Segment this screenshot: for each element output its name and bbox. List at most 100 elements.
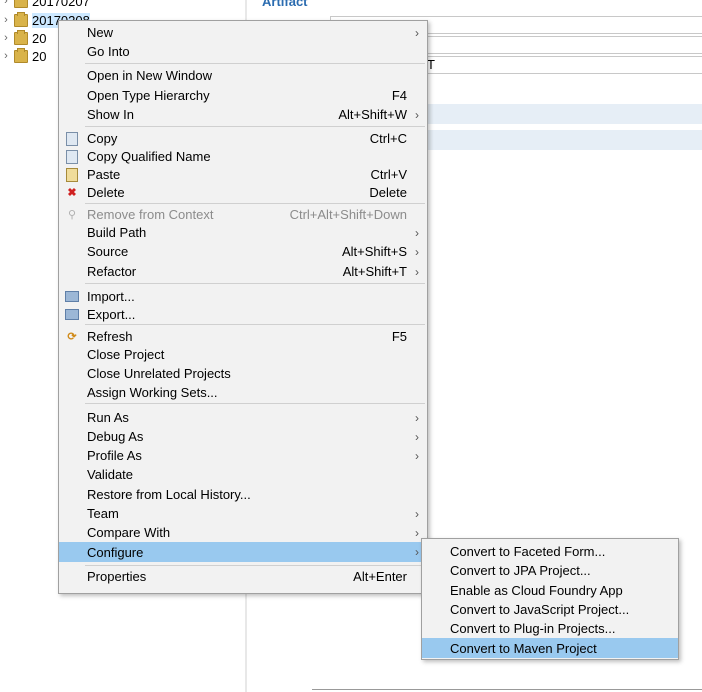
chevron-right-icon: › — [415, 506, 419, 521]
import-icon — [65, 290, 79, 304]
tree-item-label: 20170207 — [32, 0, 90, 9]
menu-item-paste[interactable]: Paste Ctrl+V — [59, 165, 427, 184]
menu-item-open-in-new-window[interactable]: Open in New Window — [59, 66, 427, 85]
section-band — [426, 104, 702, 124]
menu-item-assign-working-sets[interactable]: Assign Working Sets... — [59, 383, 427, 402]
chevron-right-icon: › — [415, 225, 419, 240]
menu-item-label: Remove from Context — [87, 207, 214, 222]
tree-item-label: 20 — [32, 48, 47, 64]
field-value: T — [427, 57, 435, 72]
menu-item-shortcut: Ctrl+C — [369, 131, 407, 146]
menu-item-compare-with[interactable]: Compare With › — [59, 523, 427, 542]
chevron-right-icon[interactable]: › — [0, 0, 12, 7]
delete-icon: ✖ — [67, 187, 77, 199]
menu-item-label: Properties — [87, 569, 147, 584]
chevron-right-icon: › — [415, 25, 419, 40]
menu-separator — [85, 403, 425, 404]
tree-item-project[interactable]: › 20170207 — [0, 0, 90, 10]
menu-item-refresh[interactable]: ⟳ Refresh F5 — [59, 327, 427, 346]
menu-item-run-as[interactable]: Run As › — [59, 408, 427, 427]
submenu-item-convert-to-plug-in-projects[interactable]: Convert to Plug-in Projects... — [422, 619, 678, 638]
menu-separator — [85, 63, 425, 64]
menu-item-label: Run As — [87, 410, 129, 425]
menu-item-label: New — [87, 25, 114, 40]
menu-item-label: Export... — [87, 307, 136, 322]
menu-item-export[interactable]: Export... — [59, 305, 427, 324]
text-field[interactable]: T — [426, 56, 702, 74]
submenu-item-label: Convert to JavaScript Project... — [450, 602, 630, 617]
menu-item-remove-from-context: ⚲ Remove from Context Ctrl+Alt+Shift+Dow… — [59, 205, 427, 224]
submenu-item-convert-to-jpa-project[interactable]: Convert to JPA Project... — [422, 561, 678, 580]
menu-item-label: Open in New Window — [87, 68, 212, 83]
chevron-right-icon: › — [415, 244, 419, 259]
copy-icon — [65, 131, 79, 146]
menu-item-shortcut: Alt+Shift+T — [342, 264, 407, 279]
menu-item-copy[interactable]: Copy Ctrl+C — [59, 129, 427, 148]
menu-item-configure[interactable]: Configure › — [59, 542, 427, 562]
remove-from-context-icon: ⚲ — [67, 209, 77, 221]
divider — [312, 689, 702, 690]
submenu-item-label: Enable as Cloud Foundry App — [450, 583, 623, 598]
menu-item-import[interactable]: Import... — [59, 287, 427, 306]
chevron-right-icon[interactable]: › — [0, 14, 12, 26]
menu-item-shortcut: Alt+Shift+W — [338, 107, 407, 122]
menu-item-go-into[interactable]: Go Into — [59, 42, 427, 61]
chevron-right-icon[interactable]: › — [0, 50, 12, 62]
chevron-right-icon[interactable]: › — [0, 32, 12, 44]
menu-item-label: Configure — [87, 544, 144, 560]
menu-item-label: Delete — [87, 185, 125, 200]
submenu-item-label: Convert to JPA Project... — [450, 563, 591, 578]
menu-item-label: Open Type Hierarchy — [87, 88, 210, 103]
menu-item-label: Close Project — [87, 347, 165, 362]
menu-item-restore-from-local-history[interactable]: Restore from Local History... — [59, 485, 427, 504]
menu-separator — [85, 283, 425, 284]
menu-item-build-path[interactable]: Build Path › — [59, 223, 427, 242]
submenu-item-convert-to-maven-project[interactable]: Convert to Maven Project — [422, 638, 678, 658]
submenu-item-convert-to-javascript-project[interactable]: Convert to JavaScript Project... — [422, 600, 678, 619]
submenu-item-convert-to-faceted-form[interactable]: Convert to Faceted Form... — [422, 542, 678, 561]
menu-item-copy-qualified-name[interactable]: Copy Qualified Name — [59, 147, 427, 166]
menu-item-refactor[interactable]: Refactor Alt+Shift+T › — [59, 262, 427, 281]
menu-item-close-project[interactable]: Close Project — [59, 345, 427, 364]
tree-item-project[interactable]: › 20 — [0, 29, 46, 47]
menu-item-label: Validate — [87, 467, 134, 482]
menu-item-close-unrelated-projects[interactable]: Close Unrelated Projects — [59, 364, 427, 383]
menu-separator — [85, 324, 425, 325]
menu-item-debug-as[interactable]: Debug As › — [59, 427, 427, 446]
menu-item-label: Copy Qualified Name — [87, 149, 211, 164]
menu-separator — [85, 126, 425, 127]
tree-item-project[interactable]: › 20 — [0, 47, 46, 65]
export-icon — [65, 308, 79, 322]
menu-item-label: Build Path — [87, 225, 147, 240]
menu-item-open-type-hierarchy[interactable]: Open Type Hierarchy F4 — [59, 86, 427, 105]
menu-item-label: Paste — [87, 167, 121, 182]
menu-item-shortcut: Alt+Shift+S — [341, 244, 407, 259]
section-title: Artifact — [262, 0, 308, 9]
menu-separator — [85, 203, 425, 204]
menu-item-label: Import... — [87, 289, 135, 304]
submenu-item-enable-as-cloud-foundry-app[interactable]: Enable as Cloud Foundry App — [422, 581, 678, 600]
menu-item-properties[interactable]: Properties Alt+Enter — [59, 567, 427, 586]
menu-item-show-in[interactable]: Show In Alt+Shift+W › — [59, 105, 427, 124]
chevron-right-icon: › — [415, 525, 419, 540]
menu-item-validate[interactable]: Validate — [59, 465, 427, 484]
menu-item-new[interactable]: New › — [59, 23, 427, 42]
menu-item-shortcut: Ctrl+V — [370, 167, 407, 182]
menu-item-team[interactable]: Team › — [59, 504, 427, 523]
menu-separator — [85, 565, 425, 566]
menu-item-label: Compare With — [87, 525, 171, 540]
text-field[interactable] — [426, 36, 702, 54]
menu-item-shortcut: Ctrl+Alt+Shift+Down — [289, 207, 407, 222]
project-folder-icon — [14, 47, 28, 63]
menu-item-label: Close Unrelated Projects — [87, 366, 231, 381]
section-band — [426, 130, 702, 150]
menu-item-label: Assign Working Sets... — [87, 385, 218, 400]
submenu-item-label: Convert to Maven Project — [450, 640, 597, 656]
menu-item-source[interactable]: Source Alt+Shift+S › — [59, 242, 427, 261]
menu-item-profile-as[interactable]: Profile As › — [59, 446, 427, 465]
menu-item-shortcut: Delete — [369, 185, 407, 200]
menu-item-delete[interactable]: ✖ Delete Delete — [59, 183, 427, 202]
project-folder-icon — [14, 29, 28, 45]
chevron-right-icon: › — [415, 107, 419, 122]
context-menu: New › Go Into Open in New Window Open Ty… — [58, 20, 428, 594]
